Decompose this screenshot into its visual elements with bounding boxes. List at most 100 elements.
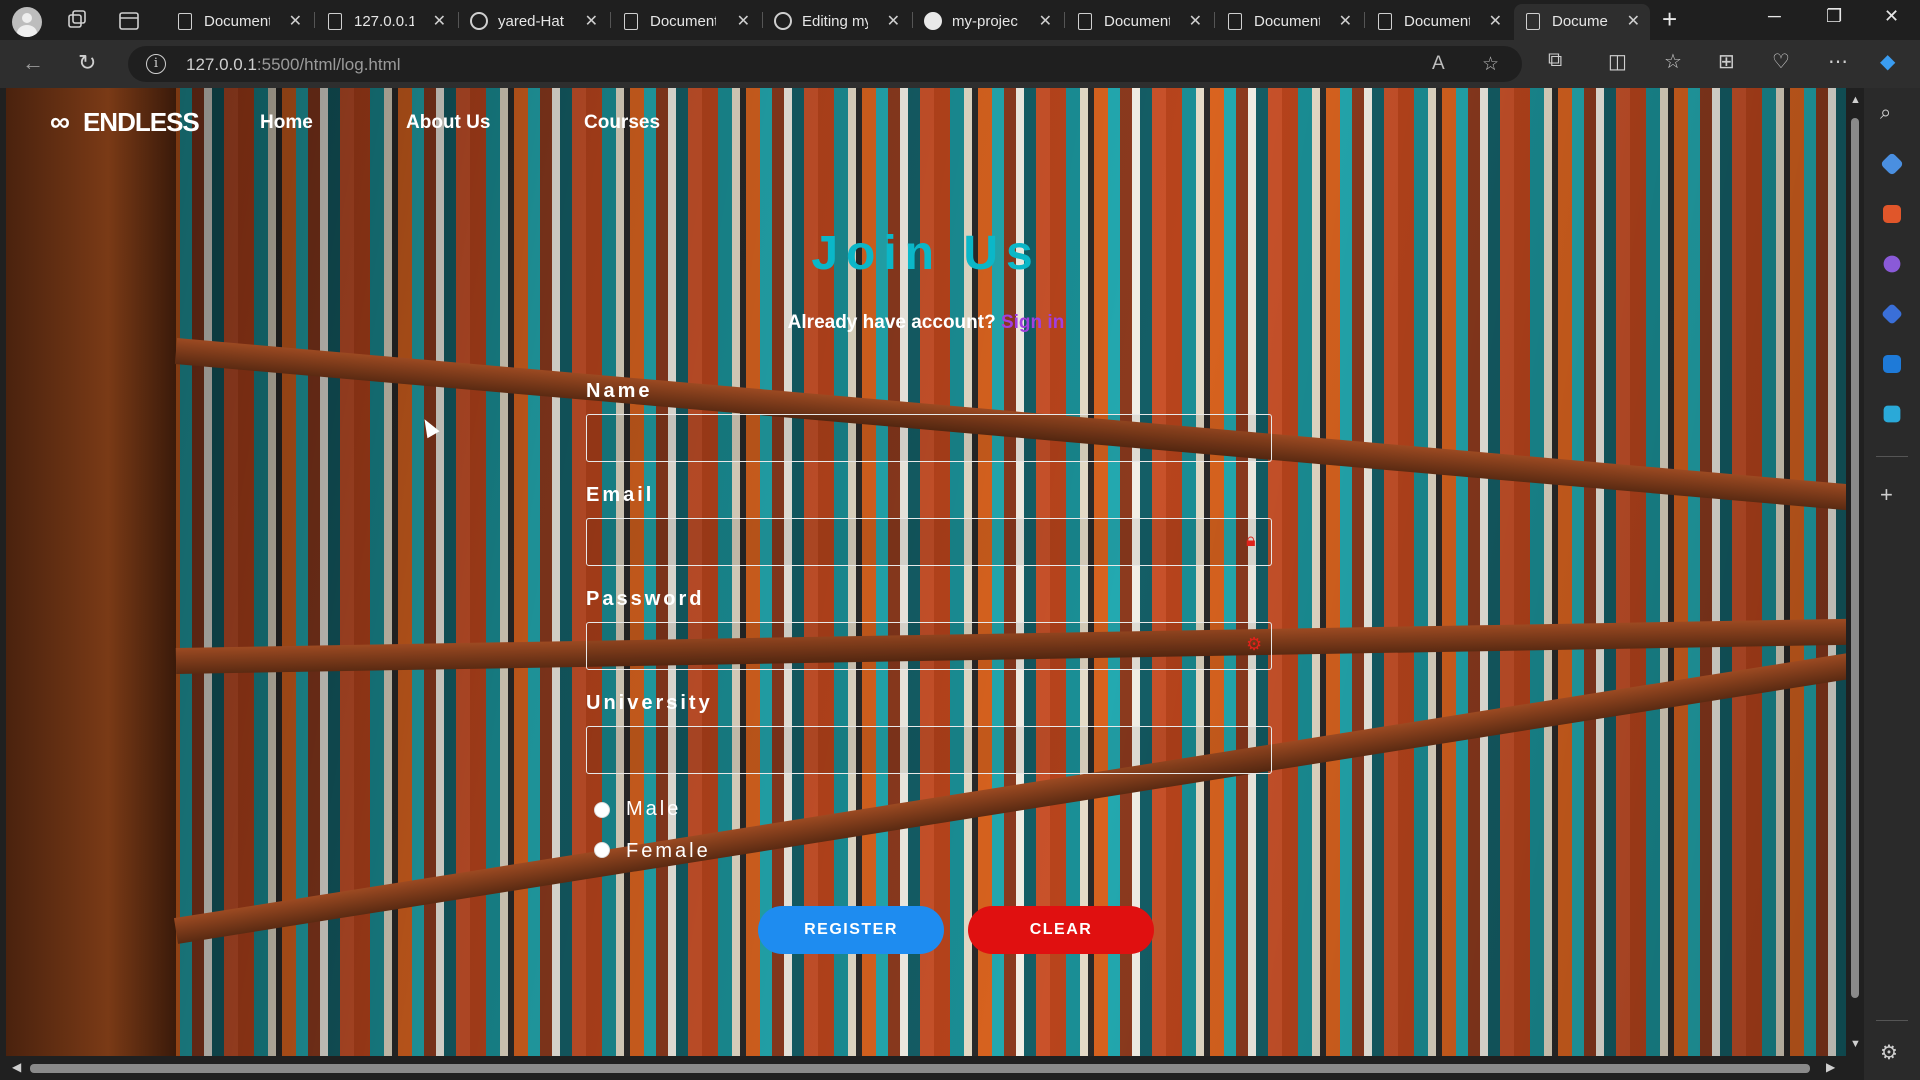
- site-logo[interactable]: ∞ ENDLESS: [50, 106, 200, 138]
- tab-label: my-project: [952, 13, 1018, 30]
- extensions-icon[interactable]: ⧉: [1548, 49, 1562, 72]
- signin-link[interactable]: Sign in: [1001, 312, 1064, 333]
- mouse-cursor-icon: [418, 415, 440, 439]
- close-tab-icon[interactable]: ✕: [1627, 11, 1640, 31]
- tab-label: Document: [204, 13, 270, 30]
- nav-about-us[interactable]: About Us: [406, 112, 490, 134]
- address-bar[interactable]: i 127.0.0.1:5500/html/log.html A ☆: [128, 46, 1522, 82]
- close-tab-icon[interactable]: ✕: [1039, 11, 1052, 31]
- minimize-icon[interactable]: ─: [1768, 6, 1781, 27]
- close-tab-icon[interactable]: ✕: [585, 11, 598, 31]
- close-tab-icon[interactable]: ✕: [1489, 11, 1502, 31]
- password-manager-key-icon[interactable]: ⚙︎: [1246, 634, 1262, 655]
- shelf: [173, 652, 1846, 944]
- url-text[interactable]: 127.0.0.1:5500/html/log.html: [186, 55, 401, 75]
- logo-text: ENDLESS: [82, 107, 200, 137]
- browser-tab[interactable]: my-project ✕: [914, 4, 1062, 40]
- outlook-icon[interactable]: [1883, 355, 1901, 373]
- github-icon: [470, 12, 488, 30]
- close-tab-icon[interactable]: ✕: [433, 11, 446, 31]
- browser-tab[interactable]: Document ✕: [612, 4, 760, 40]
- browser-tab[interactable]: yared-Hat ✕: [460, 4, 608, 40]
- close-tab-icon[interactable]: ✕: [1189, 11, 1202, 31]
- name-field[interactable]: [586, 414, 1272, 462]
- infinity-logo-icon: ∞: [50, 106, 70, 137]
- add-sidebar-app-icon[interactable]: +: [1880, 482, 1904, 507]
- tab-actions-icon[interactable]: [116, 8, 142, 34]
- copilot-icon[interactable]: ◆: [1880, 49, 1895, 74]
- close-tab-icon[interactable]: ✕: [887, 11, 900, 31]
- favorites-icon[interactable]: ☆: [1664, 49, 1682, 74]
- vertical-scrollbar[interactable]: ▲ ▼: [1846, 88, 1864, 1056]
- send-icon[interactable]: [1883, 405, 1901, 423]
- email-field[interactable]: [586, 518, 1272, 566]
- close-window-icon[interactable]: ✕: [1884, 6, 1899, 27]
- workspaces-icon[interactable]: [64, 8, 90, 34]
- github-icon: [774, 12, 792, 30]
- tools-icon[interactable]: [1883, 205, 1901, 223]
- browser-tab[interactable]: Document ✕: [1216, 4, 1362, 40]
- male-radio-label: Male: [626, 798, 682, 820]
- site-navbar: ∞ ENDLESS Home About Us Courses: [6, 88, 1846, 152]
- page-icon: [624, 13, 638, 30]
- page-icon: [178, 13, 192, 30]
- signin-prompt: Already have account? Sign in: [6, 312, 1846, 334]
- scroll-left-arrow-icon[interactable]: ◀: [12, 1060, 21, 1074]
- name-label: Name: [586, 380, 653, 402]
- profile-avatar-icon[interactable]: [12, 7, 42, 37]
- nav-home[interactable]: Home: [260, 112, 313, 134]
- edge-sidebar: ⌕ + ⚙: [1864, 88, 1920, 1080]
- clear-button[interactable]: CLEAR: [968, 906, 1154, 954]
- favorite-star-icon[interactable]: ☆: [1482, 53, 1499, 76]
- password-manager-key-icon[interactable]: 🔒︎: [1246, 530, 1256, 551]
- split-screen-icon[interactable]: ◫: [1608, 49, 1627, 74]
- tab-strip: Document ✕ 127.0.0.1:5500 ✕ yared-Hat ✕ …: [0, 0, 1920, 40]
- search-icon[interactable]: ⌕: [1880, 102, 1904, 126]
- shopping-tag-icon[interactable]: [1880, 152, 1904, 176]
- password-label: Password: [586, 588, 705, 610]
- more-menu-icon[interactable]: ⋯: [1828, 49, 1848, 74]
- sidebar-settings-icon[interactable]: ⚙: [1880, 1040, 1904, 1064]
- scroll-right-arrow-icon[interactable]: ▶: [1826, 1060, 1835, 1074]
- tab-label: Document: [1404, 13, 1470, 30]
- password-field[interactable]: [586, 622, 1272, 670]
- collections-icon[interactable]: ⊞: [1718, 49, 1735, 74]
- tab-label: Document: [1552, 13, 1608, 30]
- close-tab-icon[interactable]: ✕: [289, 11, 302, 31]
- browser-tab[interactable]: Document ✕: [166, 4, 312, 40]
- browser-tab-active[interactable]: Document ✕: [1514, 4, 1650, 40]
- close-tab-icon[interactable]: ✕: [1339, 11, 1352, 31]
- browser-tab[interactable]: Document ✕: [1066, 4, 1212, 40]
- browser-tab[interactable]: Document ✕: [1366, 4, 1512, 40]
- horizontal-scrollbar[interactable]: ◀ ▶: [0, 1056, 1864, 1080]
- nav-courses[interactable]: Courses: [584, 112, 660, 134]
- male-radio[interactable]: [594, 802, 610, 818]
- browser-essentials-icon[interactable]: ♡: [1772, 49, 1790, 74]
- tab-label: Editing my: [802, 13, 868, 30]
- new-tab-plus-icon[interactable]: +: [1662, 4, 1677, 35]
- github-icon: [924, 12, 942, 30]
- back-arrow-icon[interactable]: ←: [22, 50, 44, 76]
- register-button[interactable]: REGISTER: [758, 906, 944, 954]
- site-info-icon[interactable]: i: [146, 54, 166, 74]
- university-label: University: [586, 692, 713, 714]
- page-title: Join Us: [811, 227, 1041, 280]
- games-icon[interactable]: [1883, 255, 1901, 273]
- email-label: Email: [586, 484, 655, 506]
- browser-tab[interactable]: 127.0.0.1:5500 ✕: [316, 4, 456, 40]
- page-icon: [1228, 13, 1242, 30]
- page-viewport: ∞ ENDLESS Home About Us Courses Join Us A…: [6, 88, 1846, 1056]
- scroll-down-arrow-icon[interactable]: ▼: [1850, 1038, 1861, 1050]
- scroll-up-arrow-icon[interactable]: ▲: [1850, 94, 1861, 106]
- restore-icon[interactable]: ❐: [1826, 6, 1842, 27]
- female-radio[interactable]: [594, 842, 610, 858]
- horizontal-scroll-thumb[interactable]: [30, 1064, 1810, 1073]
- vertical-scroll-thumb[interactable]: [1851, 118, 1859, 998]
- copilot-sidebar-icon[interactable]: [1880, 302, 1904, 326]
- read-aloud-icon[interactable]: A: [1432, 53, 1445, 75]
- refresh-icon[interactable]: ↻: [78, 50, 96, 76]
- close-tab-icon[interactable]: ✕: [737, 11, 750, 31]
- university-field[interactable]: [586, 726, 1272, 774]
- browser-tab[interactable]: Editing my ✕: [764, 4, 910, 40]
- page-icon: [1378, 13, 1392, 30]
